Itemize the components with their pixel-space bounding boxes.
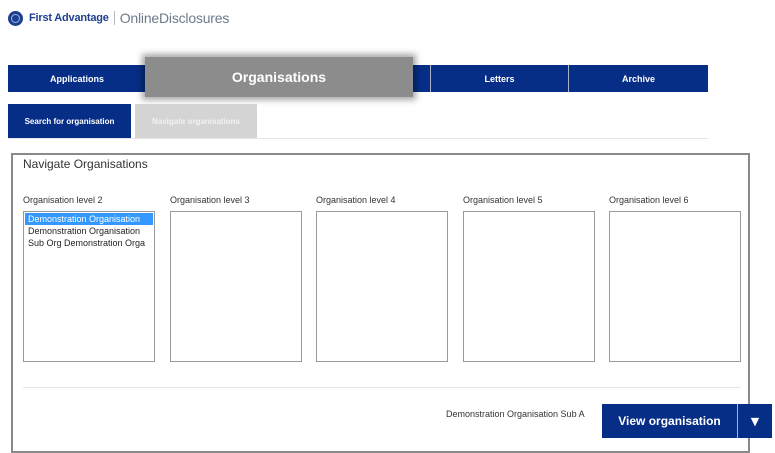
level-5-listbox[interactable]: [463, 211, 595, 362]
selected-organisation-path: Demonstration Organisation Sub A: [446, 409, 585, 419]
list-item[interactable]: Sub Org Demonstration Orga: [24, 237, 154, 249]
brand-name: First Advantage: [29, 12, 109, 24]
tab-navigate-organisations[interactable]: Navigate organisations: [135, 104, 257, 138]
brand: First Advantage OnlineDisclosures: [8, 9, 229, 27]
nav-archive[interactable]: Archive: [569, 65, 708, 92]
level-5-label: Organisation level 5: [463, 195, 543, 205]
caret-down-icon[interactable]: ▼: [738, 404, 772, 438]
level-4-label: Organisation level 4: [316, 195, 396, 205]
product-name: OnlineDisclosures: [119, 10, 230, 26]
nav-letters[interactable]: Letters: [431, 65, 569, 92]
level-2-listbox[interactable]: Demonstration Organisation Demonstration…: [23, 211, 155, 362]
level-4-listbox[interactable]: [316, 211, 448, 362]
list-item[interactable]: Demonstration Organisation: [24, 225, 154, 237]
nav-organisations[interactable]: Organisations: [145, 57, 413, 97]
level-6-listbox[interactable]: [609, 211, 741, 362]
nav-applications[interactable]: Applications: [8, 65, 147, 92]
level-2-label: Organisation level 2: [23, 195, 103, 205]
brand-divider: [113, 11, 115, 25]
panel-title: Navigate Organisations: [23, 157, 148, 171]
list-item[interactable]: Demonstration Organisation: [25, 213, 153, 225]
panel-divider: [23, 387, 741, 388]
globe-logo-icon: [8, 10, 23, 26]
level-3-label: Organisation level 3: [170, 195, 250, 205]
level-6-label: Organisation level 6: [609, 195, 689, 205]
sub-tabs: Search for organisation Navigate organis…: [8, 104, 708, 139]
view-organisation-label[interactable]: View organisation: [602, 404, 738, 438]
view-organisation-button[interactable]: View organisation ▼: [602, 404, 772, 438]
level-3-listbox[interactable]: [170, 211, 302, 362]
tab-search-organisation[interactable]: Search for organisation: [8, 104, 131, 138]
